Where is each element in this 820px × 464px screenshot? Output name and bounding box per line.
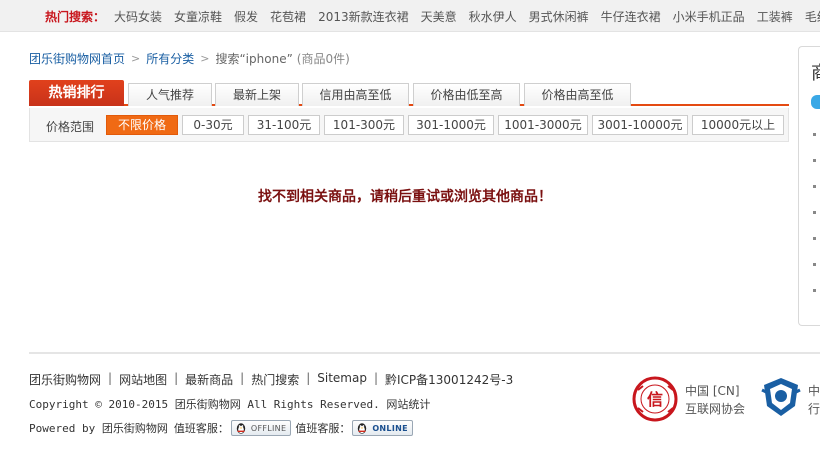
service-label: 值班客服： [295, 422, 351, 435]
breadcrumb: 团乐街购物网首页 > 所有分类 > 搜索“iphone” (商品0件) [29, 50, 350, 67]
site-stats-link[interactable]: 网站统计 [386, 398, 430, 411]
tab-popularity[interactable]: 人气推荐 [128, 83, 212, 106]
breadcrumb-result-count: (商品0件) [296, 52, 350, 66]
footer-link-icp[interactable]: 黔ICP备13001242号-3 [385, 371, 513, 388]
police-badge-line2: 行 [808, 402, 820, 416]
footer-divider [29, 352, 820, 354]
hot-search-list: 大码女装 女童凉鞋 假发 花苞裙 2013新款连衣裙 天美意 秋水伊人 男式休闲… [114, 8, 820, 25]
qq-offline-button[interactable]: OFFLINE [230, 420, 292, 436]
hot-search-item[interactable]: 秋水伊人 [469, 8, 517, 25]
trust-seal-icon[interactable]: 信 [632, 376, 678, 422]
footer-separator: | [306, 371, 311, 385]
hot-search-item[interactable]: 大码女装 [114, 8, 162, 25]
hot-search-item[interactable]: 工装裤 [757, 8, 793, 25]
list-bullet-icon [813, 185, 816, 188]
price-option-unlimited[interactable]: 不限价格 [106, 115, 178, 135]
police-badge-line1: 中 [808, 384, 820, 398]
footer-separator: | [108, 371, 113, 385]
copyright-text: Copyright © 2010-2015 团乐街购物网 All Rights … [29, 398, 380, 411]
price-option-101-300[interactable]: 101-300元 [324, 115, 404, 135]
price-option-0-30[interactable]: 0-30元 [182, 115, 244, 135]
footer-link-hot-search[interactable]: 热门搜索 [251, 371, 299, 388]
trust-seal-glyph: 信 [647, 390, 663, 409]
breadcrumb-search-term: 搜索“iphone” [215, 52, 293, 66]
footer-link-home[interactable]: 团乐街购物网 [29, 371, 101, 388]
hot-search-item[interactable]: 2013新款连衣裙 [318, 8, 409, 25]
hot-search-item[interactable]: 假发 [234, 8, 258, 25]
qq-online-button[interactable]: ONLINE [352, 420, 413, 436]
copyright: Copyright © 2010-2015 团乐街购物网 All Rights … [29, 396, 430, 412]
hot-search-item[interactable]: 男式休闲裤 [529, 8, 589, 25]
hot-search-bar: 热门搜索： 大码女装 女童凉鞋 假发 花苞裙 2013新款连衣裙 天美意 秋水伊… [0, 0, 820, 32]
footer-link-sitemap[interactable]: 网站地图 [119, 371, 167, 388]
hot-search-item[interactable]: 毛线 [805, 8, 820, 25]
powered-by-text: Powered by 团乐街购物网 [29, 422, 168, 435]
footer-separator: | [240, 371, 245, 385]
powered-by: Powered by 团乐街购物网 值班客服： OFFLINE 值班客服： ON… [29, 420, 417, 436]
side-panel-indicator [811, 95, 820, 109]
empty-result-message: 找不到相关商品，请稍后重试或浏览其他商品！ [258, 189, 552, 205]
price-range-label: 价格范围 [46, 120, 95, 134]
price-option-301-1000[interactable]: 301-1000元 [408, 115, 494, 135]
list-bullet-icon [813, 263, 816, 266]
side-panel-title: 商 [811, 59, 820, 85]
list-bullet-icon [813, 133, 816, 136]
service-label: 值班客服： [173, 422, 229, 435]
footer-links: 团乐街购物网 | 网站地图 | 最新商品 | 热门搜索 | Sitemap | … [29, 371, 513, 388]
list-bullet-icon [813, 289, 816, 292]
tab-price-asc[interactable]: 价格由低至高 [413, 83, 520, 106]
hot-search-item[interactable]: 牛仔连衣裙 [601, 8, 661, 25]
hot-search-item[interactable]: 女童凉鞋 [174, 8, 222, 25]
price-option-1001-3000[interactable]: 1001-3000元 [498, 115, 588, 135]
trust-seal-caption: 中国 [CN] 互联网协会 [685, 382, 745, 418]
price-option-31-100[interactable]: 31-100元 [248, 115, 320, 135]
tab-credit-desc[interactable]: 信用由高至低 [302, 83, 409, 106]
qq-online-label: ONLINE [372, 423, 408, 433]
hot-search-item[interactable]: 花苞裙 [270, 8, 306, 25]
police-badge-caption: 中 行 [808, 382, 820, 418]
price-option-3001-10000[interactable]: 3001-10000元 [592, 115, 688, 135]
tab-newest[interactable]: 最新上架 [215, 83, 299, 106]
qq-offline-label: OFFLINE [250, 423, 287, 433]
price-option-10000-plus[interactable]: 10000元以上 [692, 115, 784, 135]
trust-seal-line1: 中国 [CN] [685, 384, 740, 398]
price-range-bar: 价格范围 不限价格 0-30元 31-100元 101-300元 301-100… [29, 108, 789, 142]
list-bullet-icon [813, 237, 816, 240]
breadcrumb-home-link[interactable]: 团乐街购物网首页 [29, 50, 125, 67]
chevron-right-icon: > [131, 52, 141, 65]
qq-penguin-icon [236, 423, 246, 434]
qq-penguin-icon [358, 423, 367, 434]
list-bullet-icon [813, 211, 816, 214]
chevron-right-icon: > [200, 52, 210, 65]
sort-tabs: 热销排行 人气推荐 最新上架 信用由高至低 价格由低至高 价格由高至低 [29, 80, 789, 106]
hot-search-item[interactable]: 天美意 [421, 8, 457, 25]
footer-separator: | [174, 371, 179, 385]
hot-search-item[interactable]: 小米手机正品 [673, 8, 745, 25]
hot-search-label: 热门搜索： [45, 10, 106, 24]
side-panel: 商 [798, 46, 820, 326]
tab-price-desc[interactable]: 价格由高至低 [524, 83, 631, 106]
footer-separator: | [373, 371, 378, 385]
breadcrumb-category-link[interactable]: 所有分类 [146, 50, 194, 67]
trust-seal-line2: 互联网协会 [685, 402, 746, 416]
police-badge-icon[interactable] [760, 376, 802, 418]
tab-hot-sales[interactable]: 热销排行 [29, 80, 124, 106]
footer-link-new-products[interactable]: 最新商品 [185, 371, 233, 388]
list-bullet-icon [813, 159, 816, 162]
footer-link-sitemap-xml[interactable]: Sitemap [317, 371, 367, 388]
